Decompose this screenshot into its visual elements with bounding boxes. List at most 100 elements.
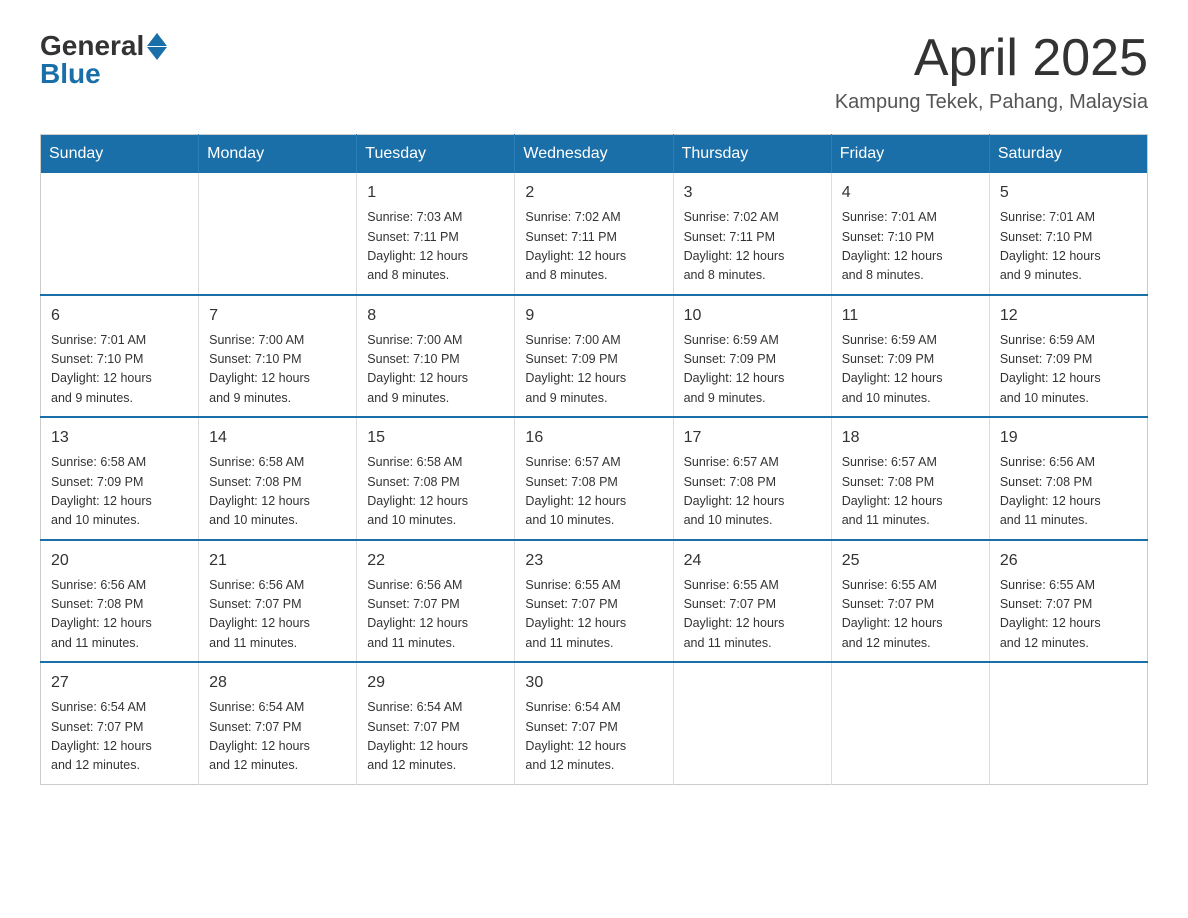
logo-blue-text: Blue <box>40 58 101 90</box>
day-number: 16 <box>525 426 662 450</box>
calendar-cell: 3 Sunrise: 7:02 AM Sunset: 7:11 PM Daylig… <box>673 173 831 295</box>
day-info: Sunrise: 7:00 AM Sunset: 7:09 PM Dayligh… <box>525 331 662 409</box>
calendar-cell: 2 Sunrise: 7:02 AM Sunset: 7:11 PM Daylig… <box>515 173 673 295</box>
day-info: Sunrise: 7:02 AM Sunset: 7:11 PM Dayligh… <box>525 208 662 286</box>
day-number: 9 <box>525 304 662 328</box>
day-info: Sunrise: 6:55 AM Sunset: 7:07 PM Dayligh… <box>525 576 662 654</box>
day-info: Sunrise: 6:59 AM Sunset: 7:09 PM Dayligh… <box>1000 331 1137 409</box>
day-info: Sunrise: 7:00 AM Sunset: 7:10 PM Dayligh… <box>367 331 504 409</box>
day-info: Sunrise: 6:54 AM Sunset: 7:07 PM Dayligh… <box>525 698 662 776</box>
day-info: Sunrise: 6:57 AM Sunset: 7:08 PM Dayligh… <box>842 453 979 531</box>
calendar-cell: 23 Sunrise: 6:55 AM Sunset: 7:07 PM Dayli… <box>515 540 673 663</box>
day-info: Sunrise: 6:56 AM Sunset: 7:07 PM Dayligh… <box>367 576 504 654</box>
calendar-cell <box>673 662 831 784</box>
day-number: 7 <box>209 304 346 328</box>
day-info: Sunrise: 6:58 AM Sunset: 7:08 PM Dayligh… <box>209 453 346 531</box>
calendar-header-thursday: Thursday <box>673 135 831 174</box>
day-number: 12 <box>1000 304 1137 328</box>
day-number: 2 <box>525 181 662 205</box>
calendar-cell: 11 Sunrise: 6:59 AM Sunset: 7:09 PM Dayli… <box>831 295 989 418</box>
calendar-table: SundayMondayTuesdayWednesdayThursdayFrid… <box>40 134 1148 785</box>
day-info: Sunrise: 6:56 AM Sunset: 7:08 PM Dayligh… <box>51 576 188 654</box>
day-info: Sunrise: 6:54 AM Sunset: 7:07 PM Dayligh… <box>209 698 346 776</box>
day-info: Sunrise: 6:59 AM Sunset: 7:09 PM Dayligh… <box>684 331 821 409</box>
day-info: Sunrise: 6:56 AM Sunset: 7:08 PM Dayligh… <box>1000 453 1137 531</box>
calendar-week-row: 20 Sunrise: 6:56 AM Sunset: 7:08 PM Dayli… <box>41 540 1148 663</box>
calendar-cell: 8 Sunrise: 7:00 AM Sunset: 7:10 PM Daylig… <box>357 295 515 418</box>
day-number: 28 <box>209 671 346 695</box>
day-info: Sunrise: 7:03 AM Sunset: 7:11 PM Dayligh… <box>367 208 504 286</box>
day-info: Sunrise: 6:57 AM Sunset: 7:08 PM Dayligh… <box>684 453 821 531</box>
day-number: 23 <box>525 549 662 573</box>
calendar-header-friday: Friday <box>831 135 989 174</box>
calendar-header-sunday: Sunday <box>41 135 199 174</box>
day-info: Sunrise: 6:58 AM Sunset: 7:08 PM Dayligh… <box>367 453 504 531</box>
day-number: 15 <box>367 426 504 450</box>
day-number: 1 <box>367 181 504 205</box>
day-number: 25 <box>842 549 979 573</box>
day-number: 14 <box>209 426 346 450</box>
calendar-cell: 28 Sunrise: 6:54 AM Sunset: 7:07 PM Dayli… <box>199 662 357 784</box>
day-info: Sunrise: 7:02 AM Sunset: 7:11 PM Dayligh… <box>684 208 821 286</box>
calendar-header-tuesday: Tuesday <box>357 135 515 174</box>
page-header: General Blue April 2025 Kampung Tekek, P… <box>40 30 1148 114</box>
day-info: Sunrise: 6:57 AM Sunset: 7:08 PM Dayligh… <box>525 453 662 531</box>
day-number: 6 <box>51 304 188 328</box>
day-info: Sunrise: 6:54 AM Sunset: 7:07 PM Dayligh… <box>51 698 188 776</box>
day-info: Sunrise: 6:55 AM Sunset: 7:07 PM Dayligh… <box>842 576 979 654</box>
day-number: 17 <box>684 426 821 450</box>
month-title: April 2025 <box>835 30 1148 87</box>
calendar-week-row: 6 Sunrise: 7:01 AM Sunset: 7:10 PM Daylig… <box>41 295 1148 418</box>
calendar-cell: 26Sunrise: 6:55 AM Sunset: 7:07 PM Dayli… <box>989 540 1147 663</box>
calendar-cell: 9 Sunrise: 7:00 AM Sunset: 7:09 PM Daylig… <box>515 295 673 418</box>
day-number: 8 <box>367 304 504 328</box>
calendar-cell: 12 Sunrise: 6:59 AM Sunset: 7:09 PM Dayli… <box>989 295 1147 418</box>
day-info: Sunrise: 7:01 AM Sunset: 7:10 PM Dayligh… <box>51 331 188 409</box>
calendar-week-row: 1 Sunrise: 7:03 AM Sunset: 7:11 PM Daylig… <box>41 173 1148 295</box>
day-number: 19 <box>1000 426 1137 450</box>
day-number: 22 <box>367 549 504 573</box>
calendar-cell: 14 Sunrise: 6:58 AM Sunset: 7:08 PM Dayli… <box>199 417 357 540</box>
calendar-cell: 27 Sunrise: 6:54 AM Sunset: 7:07 PM Dayli… <box>41 662 199 784</box>
calendar-cell: 30 Sunrise: 6:54 AM Sunset: 7:07 PM Dayli… <box>515 662 673 784</box>
day-number: 11 <box>842 304 979 328</box>
day-info: Sunrise: 7:01 AM Sunset: 7:10 PM Dayligh… <box>1000 208 1137 286</box>
calendar-cell <box>41 173 199 295</box>
title-section: April 2025 Kampung Tekek, Pahang, Malays… <box>835 30 1148 114</box>
day-number: 24 <box>684 549 821 573</box>
day-info: Sunrise: 6:59 AM Sunset: 7:09 PM Dayligh… <box>842 331 979 409</box>
day-number: 30 <box>525 671 662 695</box>
calendar-cell: 4Sunrise: 7:01 AM Sunset: 7:10 PM Daylig… <box>831 173 989 295</box>
calendar-cell: 22 Sunrise: 6:56 AM Sunset: 7:07 PM Dayli… <box>357 540 515 663</box>
calendar-cell: 1 Sunrise: 7:03 AM Sunset: 7:11 PM Daylig… <box>357 173 515 295</box>
calendar-cell: 20 Sunrise: 6:56 AM Sunset: 7:08 PM Dayli… <box>41 540 199 663</box>
calendar-cell: 19 Sunrise: 6:56 AM Sunset: 7:08 PM Dayli… <box>989 417 1147 540</box>
day-number: 5 <box>1000 181 1137 205</box>
calendar-header-wednesday: Wednesday <box>515 135 673 174</box>
calendar-cell: 21 Sunrise: 6:56 AM Sunset: 7:07 PM Dayli… <box>199 540 357 663</box>
calendar-cell: 6 Sunrise: 7:01 AM Sunset: 7:10 PM Daylig… <box>41 295 199 418</box>
day-info: Sunrise: 6:55 AM Sunset: 7:07 PM Dayligh… <box>1000 576 1137 654</box>
calendar-cell <box>199 173 357 295</box>
calendar-cell <box>831 662 989 784</box>
calendar-header-row: SundayMondayTuesdayWednesdayThursdayFrid… <box>41 135 1148 174</box>
calendar-cell: 29Sunrise: 6:54 AM Sunset: 7:07 PM Dayli… <box>357 662 515 784</box>
logo: General Blue <box>40 30 167 90</box>
day-info: Sunrise: 6:58 AM Sunset: 7:09 PM Dayligh… <box>51 453 188 531</box>
calendar-cell: 5 Sunrise: 7:01 AM Sunset: 7:10 PM Daylig… <box>989 173 1147 295</box>
day-info: Sunrise: 6:56 AM Sunset: 7:07 PM Dayligh… <box>209 576 346 654</box>
day-number: 27 <box>51 671 188 695</box>
day-number: 13 <box>51 426 188 450</box>
day-number: 18 <box>842 426 979 450</box>
day-number: 20 <box>51 549 188 573</box>
day-number: 21 <box>209 549 346 573</box>
calendar-header-monday: Monday <box>199 135 357 174</box>
calendar-cell: 7Sunrise: 7:00 AM Sunset: 7:10 PM Daylig… <box>199 295 357 418</box>
day-number: 4 <box>842 181 979 205</box>
calendar-cell: 15 Sunrise: 6:58 AM Sunset: 7:08 PM Dayli… <box>357 417 515 540</box>
day-number: 3 <box>684 181 821 205</box>
calendar-header-saturday: Saturday <box>989 135 1147 174</box>
calendar-cell: 17 Sunrise: 6:57 AM Sunset: 7:08 PM Dayli… <box>673 417 831 540</box>
calendar-cell: 24Sunrise: 6:55 AM Sunset: 7:07 PM Dayli… <box>673 540 831 663</box>
calendar-cell: 25 Sunrise: 6:55 AM Sunset: 7:07 PM Dayli… <box>831 540 989 663</box>
